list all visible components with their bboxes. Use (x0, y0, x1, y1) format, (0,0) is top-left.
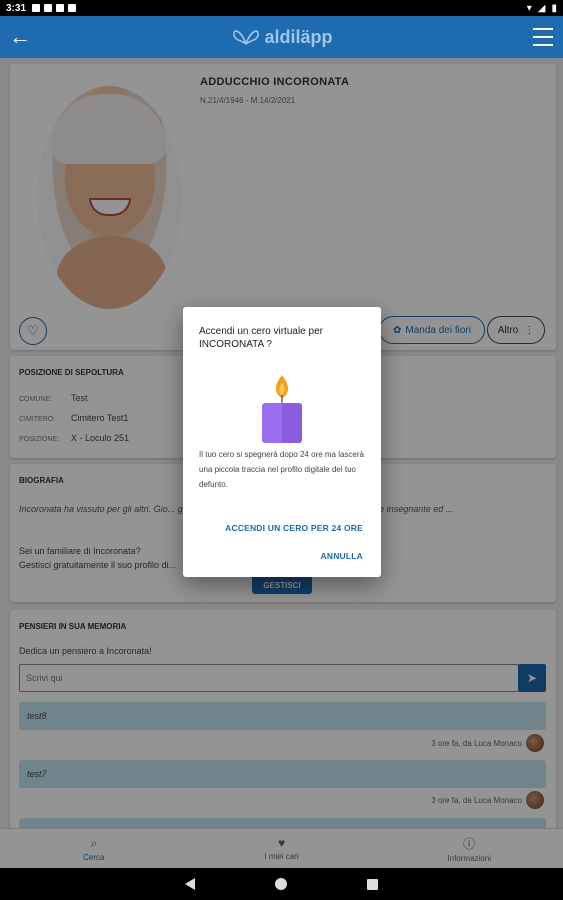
notification-icon (44, 4, 53, 12)
cancel-button[interactable]: ANNULLA (321, 551, 363, 561)
back-arrow-icon[interactable]: ← (0, 16, 40, 58)
status-time: 3:31 (6, 2, 27, 14)
light-candle-dialog: Accendi un cero virtuale per INCORONATA … (183, 307, 381, 577)
dialog-body: Il tuo cero si spegnerà dopo 24 ore ma l… (199, 450, 364, 489)
app-logo: aldiläpp (230, 26, 333, 48)
app-logo-text: aldiläpp (264, 26, 333, 47)
system-home-icon[interactable] (275, 878, 287, 890)
system-navigation-bar (0, 868, 563, 900)
signal-icon: ◢ (537, 2, 546, 14)
status-right: ▾ ◢ ▮ (527, 3, 557, 14)
candle-icon (262, 375, 302, 443)
notification-icon (68, 4, 77, 12)
hamburger-menu-icon[interactable] (533, 28, 553, 46)
status-bar: 3:31 ▾ ◢ ▮ (0, 0, 563, 16)
system-recents-icon[interactable] (367, 878, 378, 890)
battery-icon: ▮ (551, 2, 557, 14)
app-bar: ← aldiläpp (0, 16, 563, 58)
wifi-icon: ▾ (526, 2, 532, 14)
notification-icon (32, 4, 41, 12)
butterfly-logo-icon (232, 30, 259, 45)
light-candle-button[interactable]: ACCENDI UN CERO PER 24 ORE (225, 523, 363, 533)
notification-icon (56, 4, 65, 12)
dialog-title: Accendi un cero virtuale per INCORONATA … (199, 326, 323, 350)
system-back-icon[interactable] (185, 878, 195, 890)
